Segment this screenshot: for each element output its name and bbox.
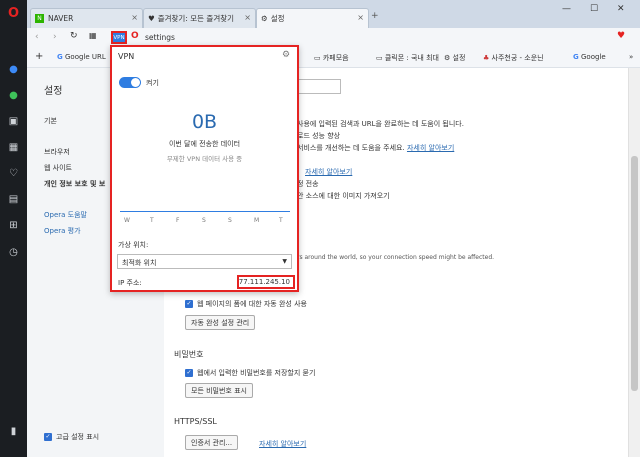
opera-help-link[interactable]: Opera 도움말 [44, 210, 87, 220]
vpn-popup: VPN ⚙ 켜기 0B 이번 달에 전송한 데이터 무제한 VPN 데이터 사용… [110, 45, 299, 292]
scrollbar[interactable] [628, 68, 640, 457]
close-window-button[interactable]: ✕ [617, 4, 625, 14]
minimize-button[interactable]: — [562, 4, 571, 14]
https-title: HTTPS/SSL [174, 417, 217, 426]
extensions-icon[interactable]: ⊞ [6, 218, 21, 233]
vpn-toggle-label: 켜기 [146, 79, 159, 87]
learn-more-link[interactable]: 자세히 알아보기 [305, 167, 352, 177]
gear-icon: ⚙ [444, 54, 451, 62]
vpn-usage-chart-baseline [120, 211, 290, 212]
bookmark-item[interactable]: ♣ 사주천궁 - 소운닌 [483, 53, 544, 63]
password-checkbox[interactable]: ✓ 웹에서 입력한 비밀번호를 저장할지 묻기 [185, 368, 315, 378]
search-input-box[interactable] [294, 79, 341, 94]
heart-icon: ♥ [148, 14, 155, 23]
scrollbar-thumb[interactable] [631, 156, 638, 391]
bookmark-item[interactable]: G Google [573, 53, 606, 61]
tab-favorites[interactable]: ♥ 즐겨찾기: 모든 즐겨찾기 × [143, 8, 256, 28]
manage-certificates-button[interactable]: 인증서 관리... [185, 435, 239, 450]
nav-item-basic[interactable]: 기본 [44, 116, 57, 126]
reload-icon[interactable]: ↻ [70, 31, 78, 41]
nav-item-websites[interactable]: 웹 사이트 [44, 163, 72, 173]
close-tab-icon[interactable]: × [244, 13, 251, 22]
dropdown-arrow-icon: ▼ [282, 258, 287, 265]
learn-more-link[interactable]: 자세히 알아보기 [259, 439, 306, 449]
news-icon[interactable]: ▤ [6, 192, 21, 207]
bookmark-heart-icon[interactable]: ♥ [617, 31, 625, 41]
checkbox[interactable]: ✓ [185, 300, 193, 308]
bookmark-item[interactable]: G Google URL [57, 53, 106, 61]
opera-rate-link[interactable]: Opera 평가 [44, 226, 81, 236]
autofill-settings-button[interactable]: 자동 완성 설정 관리 [185, 315, 256, 330]
vpn-data-sub: 무제한 VPN 데이터 사용 중 [166, 155, 243, 163]
autofill-checkbox[interactable]: ✓ 웹 페이지의 폼에 대한 자동 완성 사용 [185, 299, 307, 309]
tab-naver[interactable]: N NAVER × [30, 8, 143, 28]
show-passwords-button[interactable]: 모든 비밀번호 표시 [185, 383, 253, 398]
advanced-settings-toggle[interactable]: ✓ 고급 설정 표시 [44, 432, 99, 442]
url-field[interactable]: settings [145, 33, 175, 42]
opera-o-icon: O [131, 31, 139, 41]
settings-title: 설정 [44, 86, 63, 97]
bookmarks-heart-icon[interactable]: ♡ [6, 166, 21, 181]
camera-icon[interactable]: ▣ [6, 114, 21, 129]
history-icon[interactable]: ◷ [6, 245, 21, 260]
vpn-badge[interactable]: VPN [111, 31, 127, 44]
vpn-data-amount: 0B [191, 111, 218, 133]
checkbox[interactable]: ✓ [185, 369, 193, 377]
tab-settings[interactable]: ⚙ 설정 × [256, 8, 369, 28]
vpn-ip-label: IP 주소: [118, 279, 142, 287]
more-bookmarks-icon[interactable]: » [629, 53, 633, 61]
tabs-grid-icon[interactable]: ▦ [89, 31, 97, 40]
nav-item-privacy[interactable]: 개인 정보 보호 및 보 [44, 179, 105, 189]
whatsapp-icon[interactable]: ● [6, 88, 21, 103]
vpn-title: VPN [118, 52, 135, 61]
back-icon[interactable]: ‹ [35, 32, 39, 42]
vpn-data-caption: 이번 달에 전송한 데이터 [168, 140, 241, 148]
site-icon: ♣ [483, 54, 490, 62]
password-title: 비밀번호 [174, 350, 204, 359]
new-tab-button[interactable]: + [371, 11, 379, 21]
learn-more-link[interactable]: 자세히 알아보기 [407, 144, 454, 152]
bookmark-item[interactable]: ▭ 카페모음 [314, 53, 349, 63]
checkbox[interactable]: ✓ [44, 433, 52, 441]
messenger-icon[interactable]: ● [6, 62, 21, 77]
close-tab-icon[interactable]: × [357, 13, 364, 22]
gear-icon: ⚙ [261, 14, 268, 23]
add-bookmark-icon[interactable]: + [35, 51, 43, 62]
folder-icon: ▭ [314, 54, 321, 62]
folder-icon: ▭ [376, 54, 383, 62]
opera-logo-icon[interactable]: O [6, 6, 21, 21]
vpn-usage-days: W T F S S M T [124, 217, 283, 224]
vpn-location-label: 가상 위치: [118, 241, 149, 249]
forward-icon[interactable]: › [53, 32, 57, 42]
sidebar-toggle-icon[interactable]: ▮ [6, 424, 21, 439]
vpn-ip-address: 77.111.245.10 [237, 275, 295, 289]
google-g-icon: G [573, 53, 579, 61]
close-tab-icon[interactable]: × [131, 13, 138, 22]
nav-item-browser[interactable]: 브라우저 [44, 147, 70, 157]
bookmark-item[interactable]: ▭ 클릭몬 : 국내 최대 [376, 53, 439, 63]
opera-sidebar: O ● ● ▣ ▦ ♡ ▤ ⊞ ◷ ▮ [0, 0, 27, 457]
vpn-settings-gear-icon[interactable]: ⚙ [282, 50, 290, 60]
maximize-button[interactable]: ☐ [590, 4, 598, 14]
google-g-icon: G [57, 53, 63, 61]
speed-dial-icon[interactable]: ▦ [6, 140, 21, 155]
tab-bar: N NAVER × ♥ 즐겨찾기: 모든 즐겨찾기 × ⚙ 설정 × + — ☐… [27, 0, 640, 28]
bookmark-item[interactable]: ⚙ 설정 [444, 53, 465, 63]
naver-icon: N [35, 14, 44, 23]
vpn-location-select[interactable]: 최적화 위치 ▼ [117, 254, 292, 269]
vpn-toggle[interactable] [119, 77, 141, 88]
